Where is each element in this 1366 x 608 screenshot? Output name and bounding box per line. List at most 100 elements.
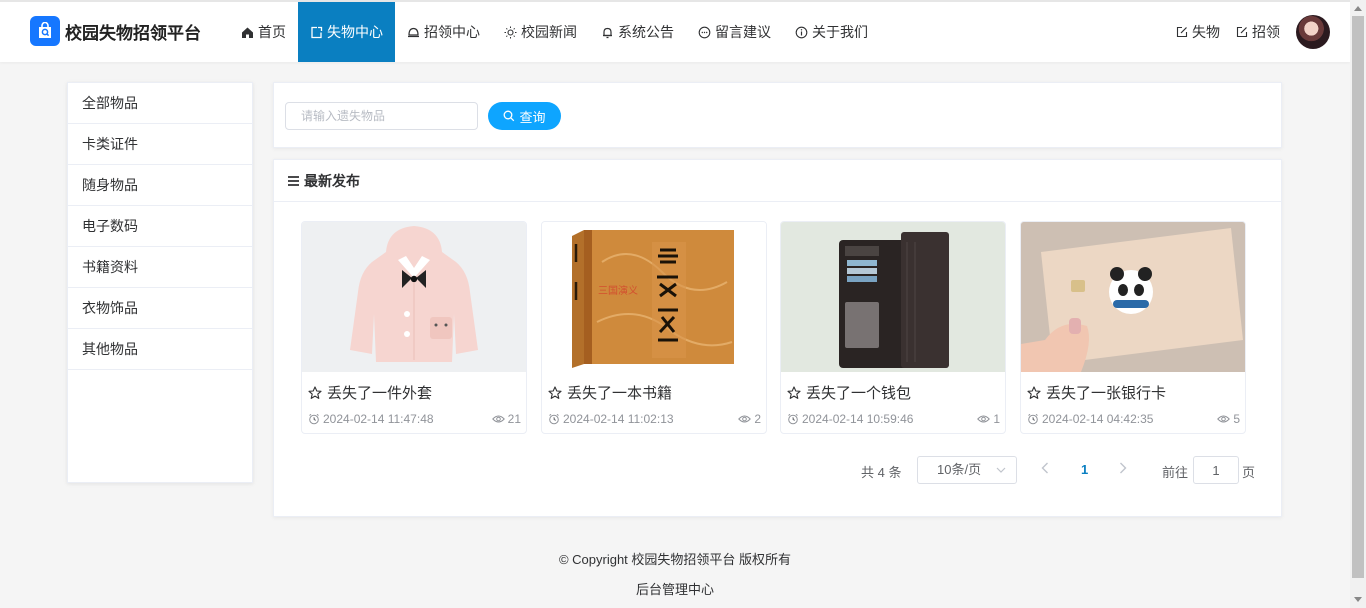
sidebar-item-cards[interactable]: 卡类证件: [68, 124, 252, 165]
scroll-down-arrow-icon[interactable]: [1354, 597, 1362, 602]
item-meta: 2024-02-14 11:47:48 21: [308, 412, 521, 426]
menu-icon: [287, 175, 300, 187]
item-image-pink-coat[interactable]: [302, 222, 526, 372]
sidebar-item-personal[interactable]: 随身物品: [68, 165, 252, 206]
item-title[interactable]: 丢失了一张银行卡: [1027, 382, 1166, 403]
nav-item-label: 首页: [258, 24, 286, 40]
item-time: 2024-02-14 11:02:13: [563, 412, 674, 426]
item-card[interactable]: 丢失了一个钱包 2024-02-14 10:59:46 1: [780, 221, 1006, 434]
alarm-clock-icon: [308, 413, 320, 425]
footer-copyright: © Copyright 校园失物招领平台 版权所有: [558, 552, 792, 567]
nav-item-label: 系统公告: [618, 24, 674, 40]
nav-item-feedback[interactable]: 留言建议: [686, 2, 783, 62]
nav-item-about[interactable]: 关于我们: [783, 2, 880, 62]
item-time: 2024-02-14 10:59:46: [802, 412, 914, 426]
nav-item-label: 留言建议: [715, 24, 771, 40]
item-time: 2024-02-14 04:42:35: [1042, 412, 1154, 426]
item-image-bank-card[interactable]: [1021, 222, 1245, 372]
nav-item-found-center[interactable]: 招领中心: [395, 2, 492, 62]
pagination: 共 4 条 10条/页 1 前往 页: [274, 456, 1283, 484]
sidebar-item-electronics[interactable]: 电子数码: [68, 206, 252, 247]
sidebar-item-other[interactable]: 其他物品: [68, 329, 252, 370]
top-header: 校园失物招领平台 首页 失物中心 招领中心 校园新闻 系统公告 留言建议 关于我…: [0, 0, 1350, 62]
search-icon: [503, 110, 515, 122]
sidebar-item-all[interactable]: 全部物品: [68, 83, 252, 124]
eye-icon: [977, 414, 991, 424]
star-icon[interactable]: [1027, 385, 1041, 400]
page-suffix: 页: [1242, 465, 1256, 480]
bell-outline-icon: [407, 26, 420, 39]
sidebar-item-clothing[interactable]: 衣物饰品: [68, 288, 252, 329]
eye-icon: [738, 414, 752, 424]
search-button[interactable]: 查询: [488, 102, 561, 130]
item-title-text: 丢失了一本书籍: [567, 385, 673, 402]
item-title[interactable]: 丢失了一本书籍: [548, 382, 672, 403]
header-actions: 失物 招领: [1176, 2, 1330, 62]
item-time: 2024-02-14 11:47:48: [323, 412, 434, 426]
item-image-book-sanguo[interactable]: 三国演义: [542, 222, 766, 372]
item-meta: 2024-02-14 11:02:13 2: [548, 412, 761, 426]
post-found-button[interactable]: 招领: [1236, 22, 1280, 42]
admin-center-link[interactable]: 后台管理中心: [0, 579, 1350, 598]
list-heading: 最新发布: [274, 160, 1281, 202]
item-card[interactable]: 三国演义 丢失了一本书籍 2024-02-14 11:02:13 2: [541, 221, 767, 434]
shopping-bag-search-icon: [30, 16, 60, 46]
star-icon[interactable]: [548, 385, 562, 400]
search-input[interactable]: [285, 102, 478, 130]
item-title[interactable]: 丢失了一件外套: [308, 382, 432, 403]
item-views: 21: [507, 412, 521, 426]
page-number-current[interactable]: 1: [1081, 462, 1088, 477]
brand-logo[interactable]: 校园失物招领平台: [30, 16, 201, 46]
avatar[interactable]: [1296, 15, 1330, 49]
info-icon: [795, 26, 808, 39]
pagination-total: 共 4 条: [861, 465, 902, 480]
nav-item-announcements[interactable]: 系统公告: [589, 2, 686, 62]
nav-item-home[interactable]: 首页: [229, 2, 298, 62]
page-size-select[interactable]: 10条/页: [917, 456, 1017, 484]
page-scrollbar[interactable]: [1350, 0, 1366, 608]
eye-icon: [1217, 414, 1231, 424]
item-title-text: 丢失了一张银行卡: [1046, 385, 1167, 402]
chat-icon: [698, 26, 711, 39]
post-lost-button[interactable]: 失物: [1176, 22, 1220, 42]
star-icon[interactable]: [308, 385, 322, 400]
alarm-clock-icon: [787, 413, 799, 425]
external-doc-icon: [310, 26, 323, 39]
star-icon[interactable]: [787, 385, 801, 400]
item-views: 1: [993, 412, 1000, 426]
chevron-down-icon: [996, 467, 1006, 473]
scroll-thumb[interactable]: [1352, 16, 1364, 578]
nav-item-campus-news[interactable]: 校园新闻: [492, 2, 589, 62]
nav-item-label: 失物中心: [327, 24, 383, 40]
goto-label: 前往: [1162, 465, 1189, 480]
home-icon: [241, 26, 254, 39]
edit-icon: [1236, 26, 1248, 38]
search-panel: 查询: [273, 82, 1282, 148]
nav-item-lost-center[interactable]: 失物中心: [298, 2, 395, 62]
item-image-black-wallet[interactable]: [781, 222, 1005, 372]
item-title-text: 丢失了一个钱包: [806, 385, 912, 402]
search-button-label: 查询: [519, 109, 546, 125]
item-card[interactable]: 丢失了一件外套 2024-02-14 11:47:48 21: [301, 221, 527, 434]
edit-icon: [1176, 26, 1188, 38]
item-title[interactable]: 丢失了一个钱包: [787, 382, 911, 403]
page-size-value: 10条/页: [937, 462, 982, 477]
bell-icon: [601, 26, 614, 39]
item-views: 5: [1233, 412, 1240, 426]
sidebar-item-books[interactable]: 书籍资料: [68, 247, 252, 288]
alarm-clock-icon: [548, 413, 560, 425]
alarm-clock-icon: [1027, 413, 1039, 425]
post-found-label: 招领: [1252, 24, 1280, 40]
nav-item-label: 关于我们: [812, 24, 868, 40]
prev-page-button[interactable]: [1041, 462, 1049, 474]
item-card[interactable]: 丢失了一张银行卡 2024-02-14 04:42:35 5: [1020, 221, 1246, 434]
page-jump-input[interactable]: [1193, 456, 1239, 484]
post-lost-label: 失物: [1192, 24, 1220, 40]
scroll-up-arrow-icon[interactable]: [1354, 6, 1362, 11]
sun-icon: [504, 26, 517, 39]
item-views: 2: [754, 412, 761, 426]
next-page-button[interactable]: [1119, 462, 1127, 474]
svg-text:三国演义: 三国演义: [598, 284, 638, 297]
main-nav: 首页 失物中心 招领中心 校园新闻 系统公告 留言建议 关于我们: [229, 2, 880, 62]
category-sidebar: 全部物品 卡类证件 随身物品 电子数码 书籍资料 衣物饰品 其他物品: [67, 82, 253, 483]
